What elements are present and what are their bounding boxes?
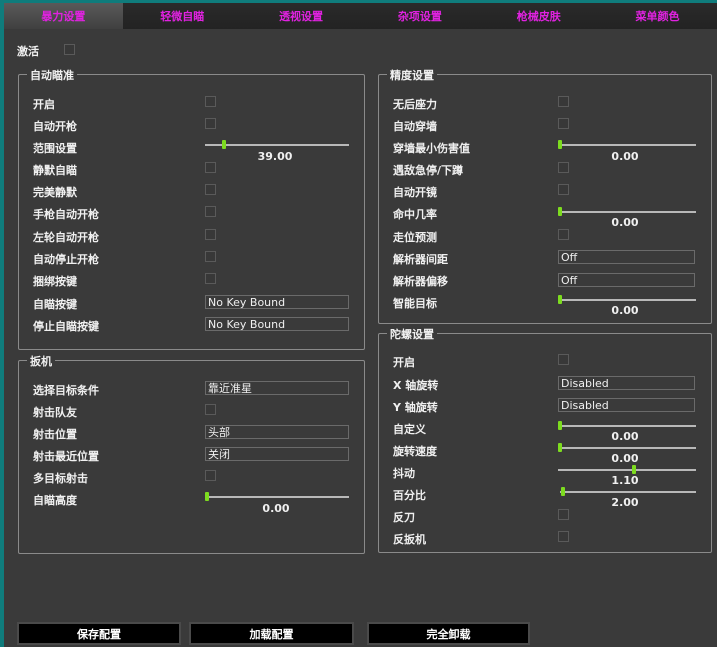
custom-slider-thumb[interactable] xyxy=(558,421,562,430)
gyro-group-title: 陀螺设置 xyxy=(387,326,437,342)
silent-aim-checkbox[interactable] xyxy=(205,162,216,173)
x-rotation-label: X 轴旋转 xyxy=(393,379,439,392)
percent-value: 2.00 xyxy=(611,496,639,509)
aim-key-field[interactable]: No Key Bound xyxy=(205,295,349,309)
tab-rage[interactable]: 暴力设置 xyxy=(4,3,123,29)
range-value: 39.00 xyxy=(257,150,293,163)
tab-misc[interactable]: 杂项设置 xyxy=(360,3,479,29)
save-config-button[interactable]: 保存配置 xyxy=(17,622,181,645)
aimbot-enable-label: 开启 xyxy=(33,98,55,111)
tab-skins[interactable]: 枪械皮肤 xyxy=(479,3,598,29)
hit-chance-label: 命中几率 xyxy=(393,208,437,221)
pistol-auto-fire-checkbox[interactable] xyxy=(205,206,216,217)
range-slider-thumb[interactable] xyxy=(221,140,226,149)
revolver-auto-fire-label: 左轮自动开枪 xyxy=(33,231,99,244)
hit-chance-value: 0.00 xyxy=(611,216,639,229)
pistol-auto-fire-label: 手枪自动开枪 xyxy=(33,208,99,221)
anti-knife-checkbox[interactable] xyxy=(558,509,569,520)
activate-label: 激活 xyxy=(17,45,39,58)
tab-esp[interactable]: 透视设置 xyxy=(242,3,361,29)
load-config-button[interactable]: 加载配置 xyxy=(189,622,354,645)
team-fire-checkbox[interactable] xyxy=(205,404,216,415)
auto-wall-label: 自动穿墙 xyxy=(393,120,437,133)
auto-fire-checkbox[interactable] xyxy=(205,118,216,129)
anti-trigger-label: 反扳机 xyxy=(393,533,426,546)
prediction-label: 走位预测 xyxy=(393,231,437,244)
auto-stop-label: 自动停止开枪 xyxy=(33,253,99,266)
resolver-offset-select[interactable]: Off xyxy=(558,273,695,287)
y-rotation-select[interactable]: Disabled xyxy=(558,398,695,412)
custom-label: 自定义 xyxy=(393,423,426,436)
min-wall-damage-value: 0.00 xyxy=(611,150,639,163)
percent-label: 百分比 xyxy=(393,489,426,502)
auto-scope-label: 自动开镜 xyxy=(393,186,437,199)
aim-height-value: 0.00 xyxy=(262,502,290,515)
range-label: 范围设置 xyxy=(33,142,77,155)
aim-height-slider-thumb[interactable] xyxy=(205,492,209,501)
min-wall-damage-slider-thumb[interactable] xyxy=(558,140,562,149)
jitter-slider-thumb[interactable] xyxy=(631,465,636,474)
prediction-checkbox[interactable] xyxy=(558,229,569,240)
accuracy-group-title: 精度设置 xyxy=(387,67,437,83)
multi-target-checkbox[interactable] xyxy=(205,470,216,481)
resolver-spacing-select[interactable]: Off xyxy=(558,250,695,264)
stop-aim-key-field[interactable]: No Key Bound xyxy=(205,317,349,331)
aim-height-label: 自瞄高度 xyxy=(33,494,77,507)
min-wall-damage-label: 穿墙最小伤害值 xyxy=(393,142,470,155)
nearest-position-select[interactable]: 关闭 xyxy=(205,447,349,461)
smart-target-value: 0.00 xyxy=(611,304,639,317)
y-rotation-label: Y 轴旋转 xyxy=(393,401,438,414)
hit-chance-slider-thumb[interactable] xyxy=(558,207,562,216)
silent-aim-label: 静默自瞄 xyxy=(33,164,77,177)
tab-colors[interactable]: 菜单颜色 xyxy=(598,3,717,29)
auto-scope-checkbox[interactable] xyxy=(558,184,569,195)
unload-button[interactable]: 完全卸载 xyxy=(367,622,530,645)
gyro-enable-checkbox[interactable] xyxy=(558,354,569,365)
aim-key-label: 自瞄按键 xyxy=(33,298,77,311)
window-frame-left xyxy=(0,0,4,647)
tab-bar: 暴力设置 轻微自瞄 透视设置 杂项设置 枪械皮肤 菜单颜色 xyxy=(4,3,717,29)
spin-speed-label: 旋转速度 xyxy=(393,445,437,458)
anti-trigger-checkbox[interactable] xyxy=(558,531,569,542)
perfect-silent-label: 完美静默 xyxy=(33,186,77,199)
gyro-enable-label: 开启 xyxy=(393,356,415,369)
stop-crouch-label: 遇敌急停/下蹲 xyxy=(393,164,464,177)
aimbot-group-title: 自动瞄准 xyxy=(27,67,77,83)
multi-target-label: 多目标射击 xyxy=(33,472,88,485)
trigger-group-title: 扳机 xyxy=(27,353,55,369)
activate-checkbox[interactable] xyxy=(64,44,75,55)
tab-legit[interactable]: 轻微自瞄 xyxy=(123,3,242,29)
no-recoil-checkbox[interactable] xyxy=(558,96,569,107)
revolver-auto-fire-checkbox[interactable] xyxy=(205,229,216,240)
nearest-position-label: 射击最近位置 xyxy=(33,450,99,463)
smart-target-label: 智能目标 xyxy=(393,297,437,310)
auto-stop-checkbox[interactable] xyxy=(205,251,216,262)
target-condition-label: 选择目标条件 xyxy=(33,384,99,397)
percent-slider-thumb[interactable] xyxy=(560,487,565,496)
smart-target-slider-thumb[interactable] xyxy=(558,295,562,304)
resolver-offset-label: 解析器偏移 xyxy=(393,275,448,288)
resolver-spacing-label: 解析器间距 xyxy=(393,253,448,266)
stop-aim-key-label: 停止自瞄按键 xyxy=(33,320,99,333)
aimbot-enable-checkbox[interactable] xyxy=(205,96,216,107)
hit-position-select[interactable]: 头部 xyxy=(205,425,349,439)
hit-position-label: 射击位置 xyxy=(33,428,77,441)
perfect-silent-checkbox[interactable] xyxy=(205,184,216,195)
jitter-label: 抖动 xyxy=(393,467,415,480)
bind-key-label: 捆绑按键 xyxy=(33,275,77,288)
auto-fire-label: 自动开枪 xyxy=(33,120,77,133)
bind-key-checkbox[interactable] xyxy=(205,273,216,284)
no-recoil-label: 无后座力 xyxy=(393,98,437,111)
auto-wall-checkbox[interactable] xyxy=(558,118,569,129)
stop-crouch-checkbox[interactable] xyxy=(558,162,569,173)
spin-speed-slider-thumb[interactable] xyxy=(558,443,562,452)
team-fire-label: 射击队友 xyxy=(33,406,77,419)
anti-knife-label: 反刀 xyxy=(393,511,415,524)
target-condition-select[interactable]: 靠近准星 xyxy=(205,381,349,395)
x-rotation-select[interactable]: Disabled xyxy=(558,376,695,390)
